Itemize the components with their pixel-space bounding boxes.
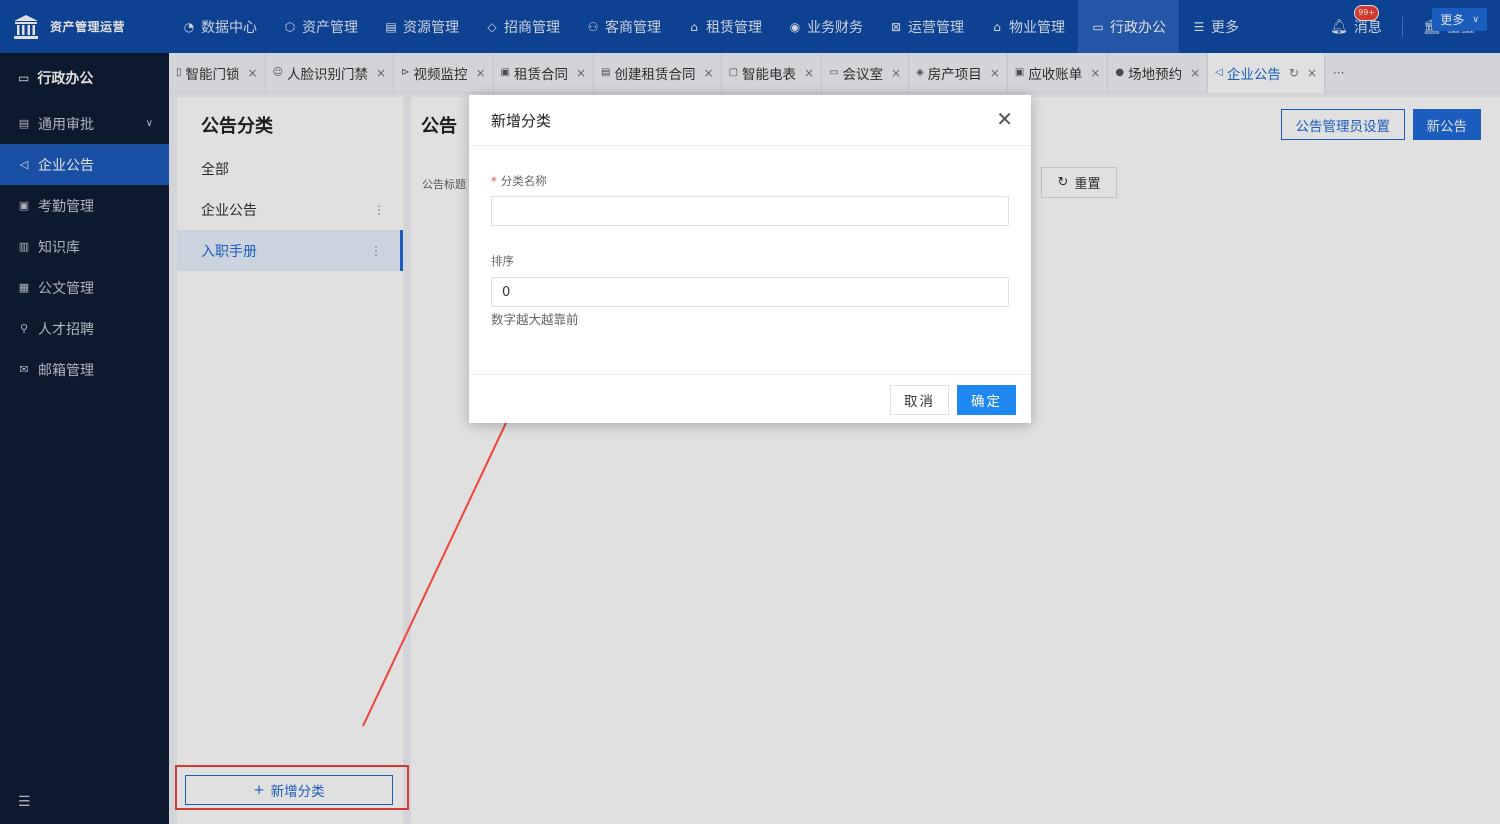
dialog-title: 新增分类 bbox=[491, 111, 552, 130]
close-icon[interactable]: ✕ bbox=[996, 109, 1013, 129]
dialog-header: 新增分类 ✕ bbox=[469, 95, 1031, 146]
sort-label: 排序 bbox=[491, 254, 514, 268]
category-name-input[interactable] bbox=[491, 196, 1009, 226]
sort-help-text: 数字越大越靠前 bbox=[491, 312, 579, 327]
required-marker: * bbox=[491, 174, 497, 188]
dialog-footer: 取消 确定 bbox=[469, 374, 1031, 423]
category-name-label-text: 分类名称 bbox=[500, 174, 547, 188]
confirm-button[interactable]: 确定 bbox=[957, 385, 1016, 415]
category-name-label: * 分类名称 bbox=[491, 173, 547, 189]
sort-input[interactable]: 0 bbox=[491, 277, 1009, 307]
add-category-dialog: 新增分类 ✕ * 分类名称 排序 0 数字越大越靠前 取消 确定 bbox=[469, 95, 1031, 423]
cancel-button[interactable]: 取消 bbox=[890, 385, 949, 415]
